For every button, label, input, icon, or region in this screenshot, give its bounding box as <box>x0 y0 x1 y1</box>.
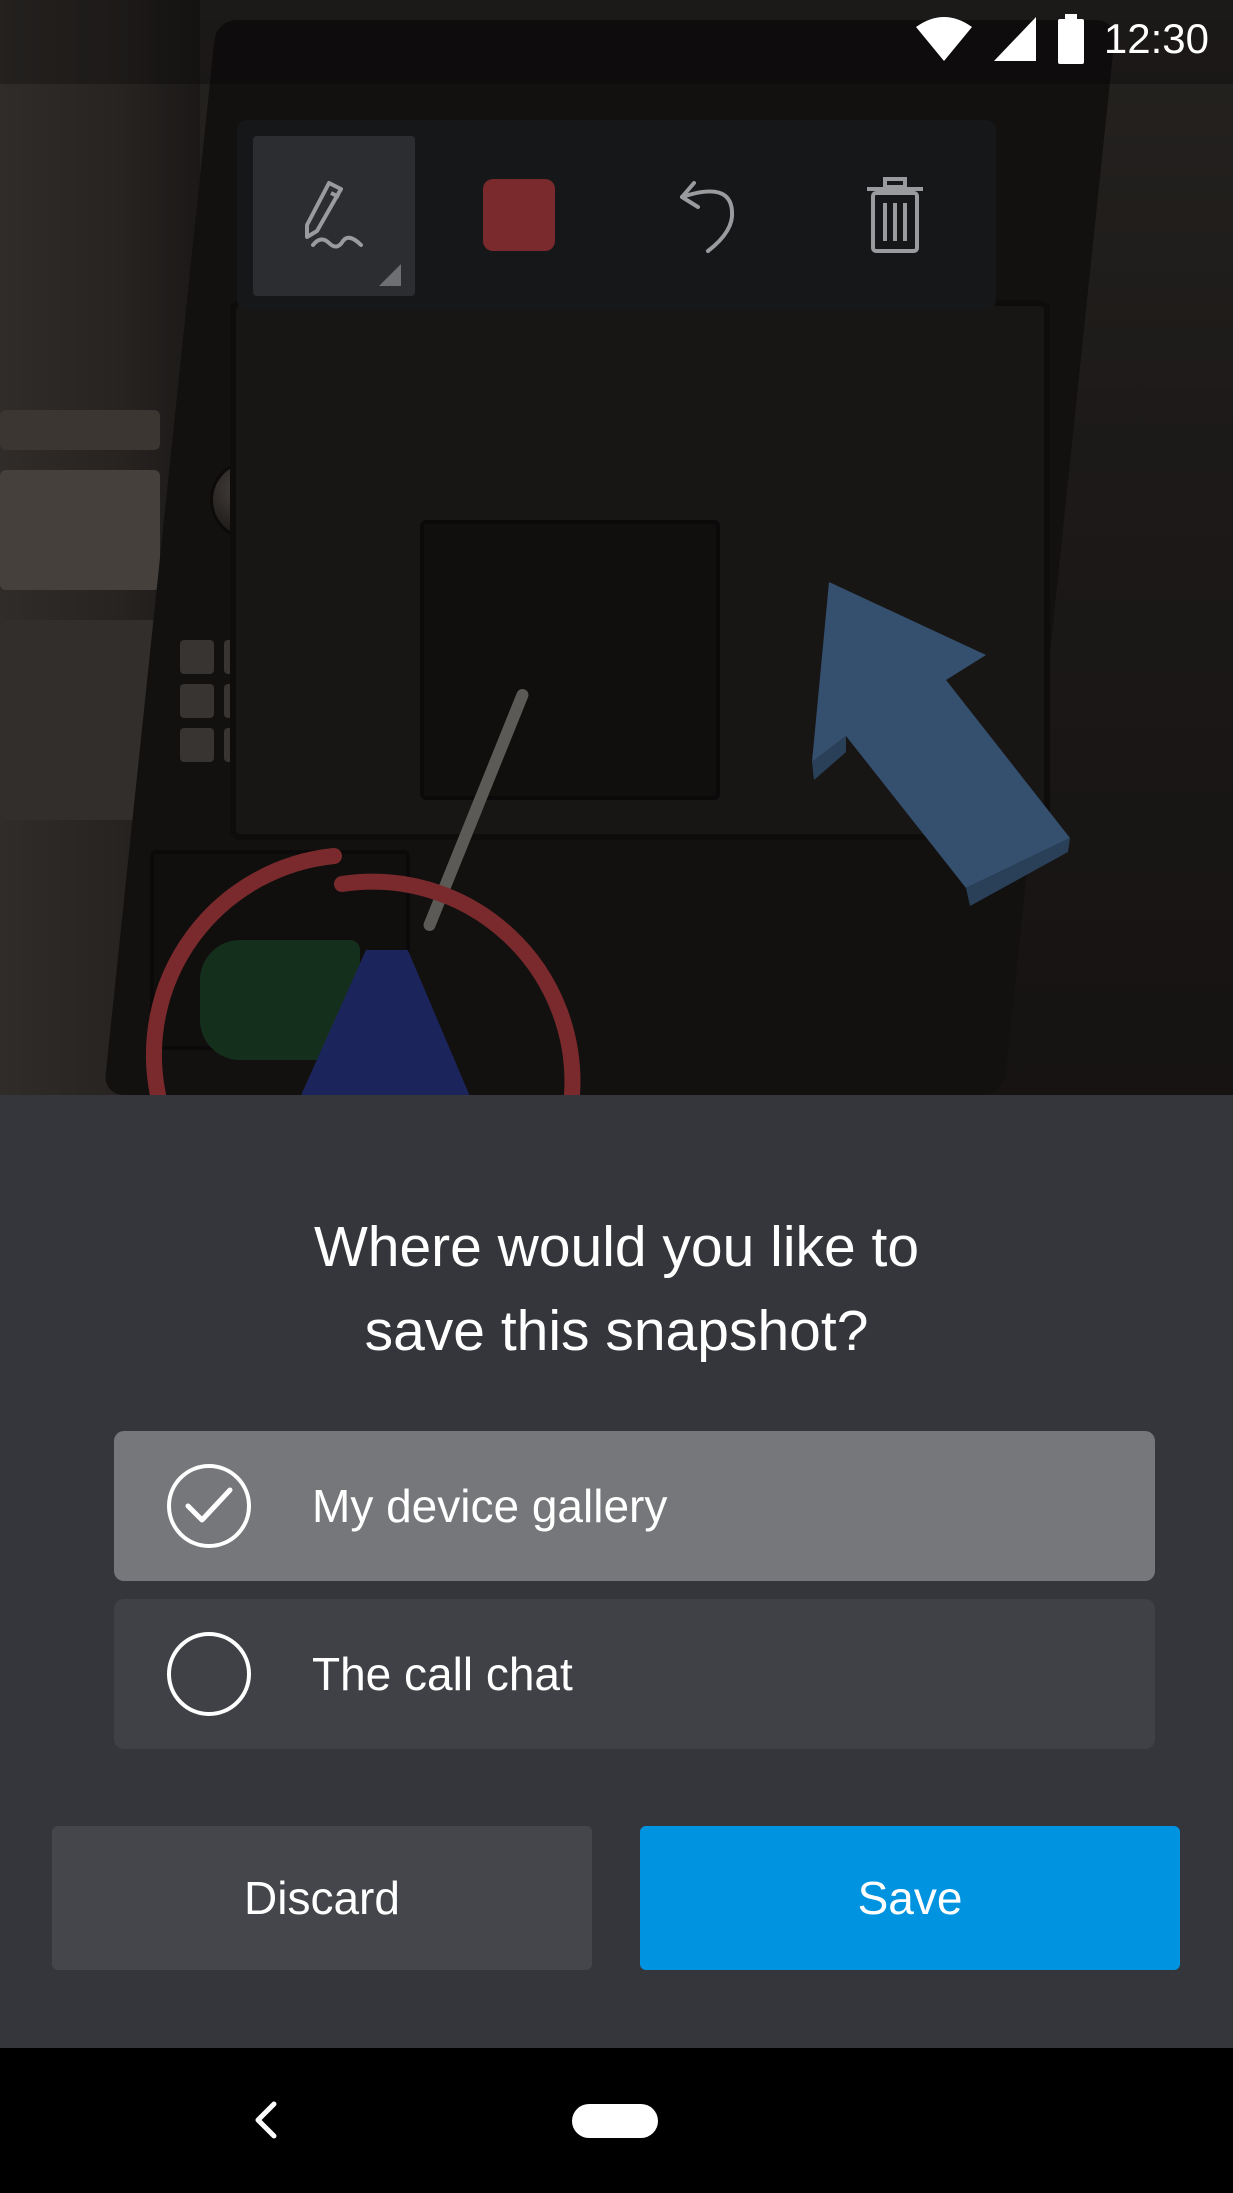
pen-tool-button[interactable] <box>237 120 425 310</box>
checkmark-icon <box>185 1487 233 1523</box>
system-nav-bar <box>0 2048 1233 2193</box>
save-button[interactable]: Save <box>640 1826 1180 1970</box>
dialog-title-line-1: Where would you like to <box>313 1215 920 1279</box>
option-label: My device gallery <box>312 1480 668 1532</box>
undo-icon <box>680 181 735 253</box>
option-call-chat[interactable]: The call chat <box>114 1599 1155 1749</box>
discard-button[interactable]: Discard <box>52 1826 592 1970</box>
option-label: The call chat <box>312 1648 573 1700</box>
radio-unchecked <box>167 1632 251 1716</box>
color-swatch <box>483 179 555 251</box>
option-device-gallery[interactable]: My device gallery <box>114 1431 1155 1581</box>
arrow-annotation <box>812 582 1070 906</box>
status-bar: 12:30 <box>0 0 1233 84</box>
delete-button[interactable] <box>801 120 989 310</box>
trash-icon <box>867 177 923 253</box>
circle-annotation <box>334 873 581 1095</box>
annotation-toolbar <box>237 120 996 310</box>
battery-icon <box>1057 14 1084 64</box>
home-pill-icon[interactable] <box>572 2104 658 2138</box>
dialog-title-line-2: save this snapshot? <box>364 1299 869 1363</box>
back-icon[interactable] <box>246 2096 286 2144</box>
pen-icon <box>305 181 363 249</box>
dialog-title: Where would you like to save this snapsh… <box>0 1205 1233 1373</box>
cellular-signal-icon <box>993 17 1036 61</box>
wifi-icon <box>915 17 972 61</box>
more-options-corner <box>379 264 401 286</box>
color-picker-button[interactable] <box>425 120 613 310</box>
status-time: 12:30 <box>1103 15 1209 62</box>
undo-button[interactable] <box>613 120 801 310</box>
circle-annotation <box>146 848 342 1095</box>
radio-checked <box>167 1464 251 1548</box>
